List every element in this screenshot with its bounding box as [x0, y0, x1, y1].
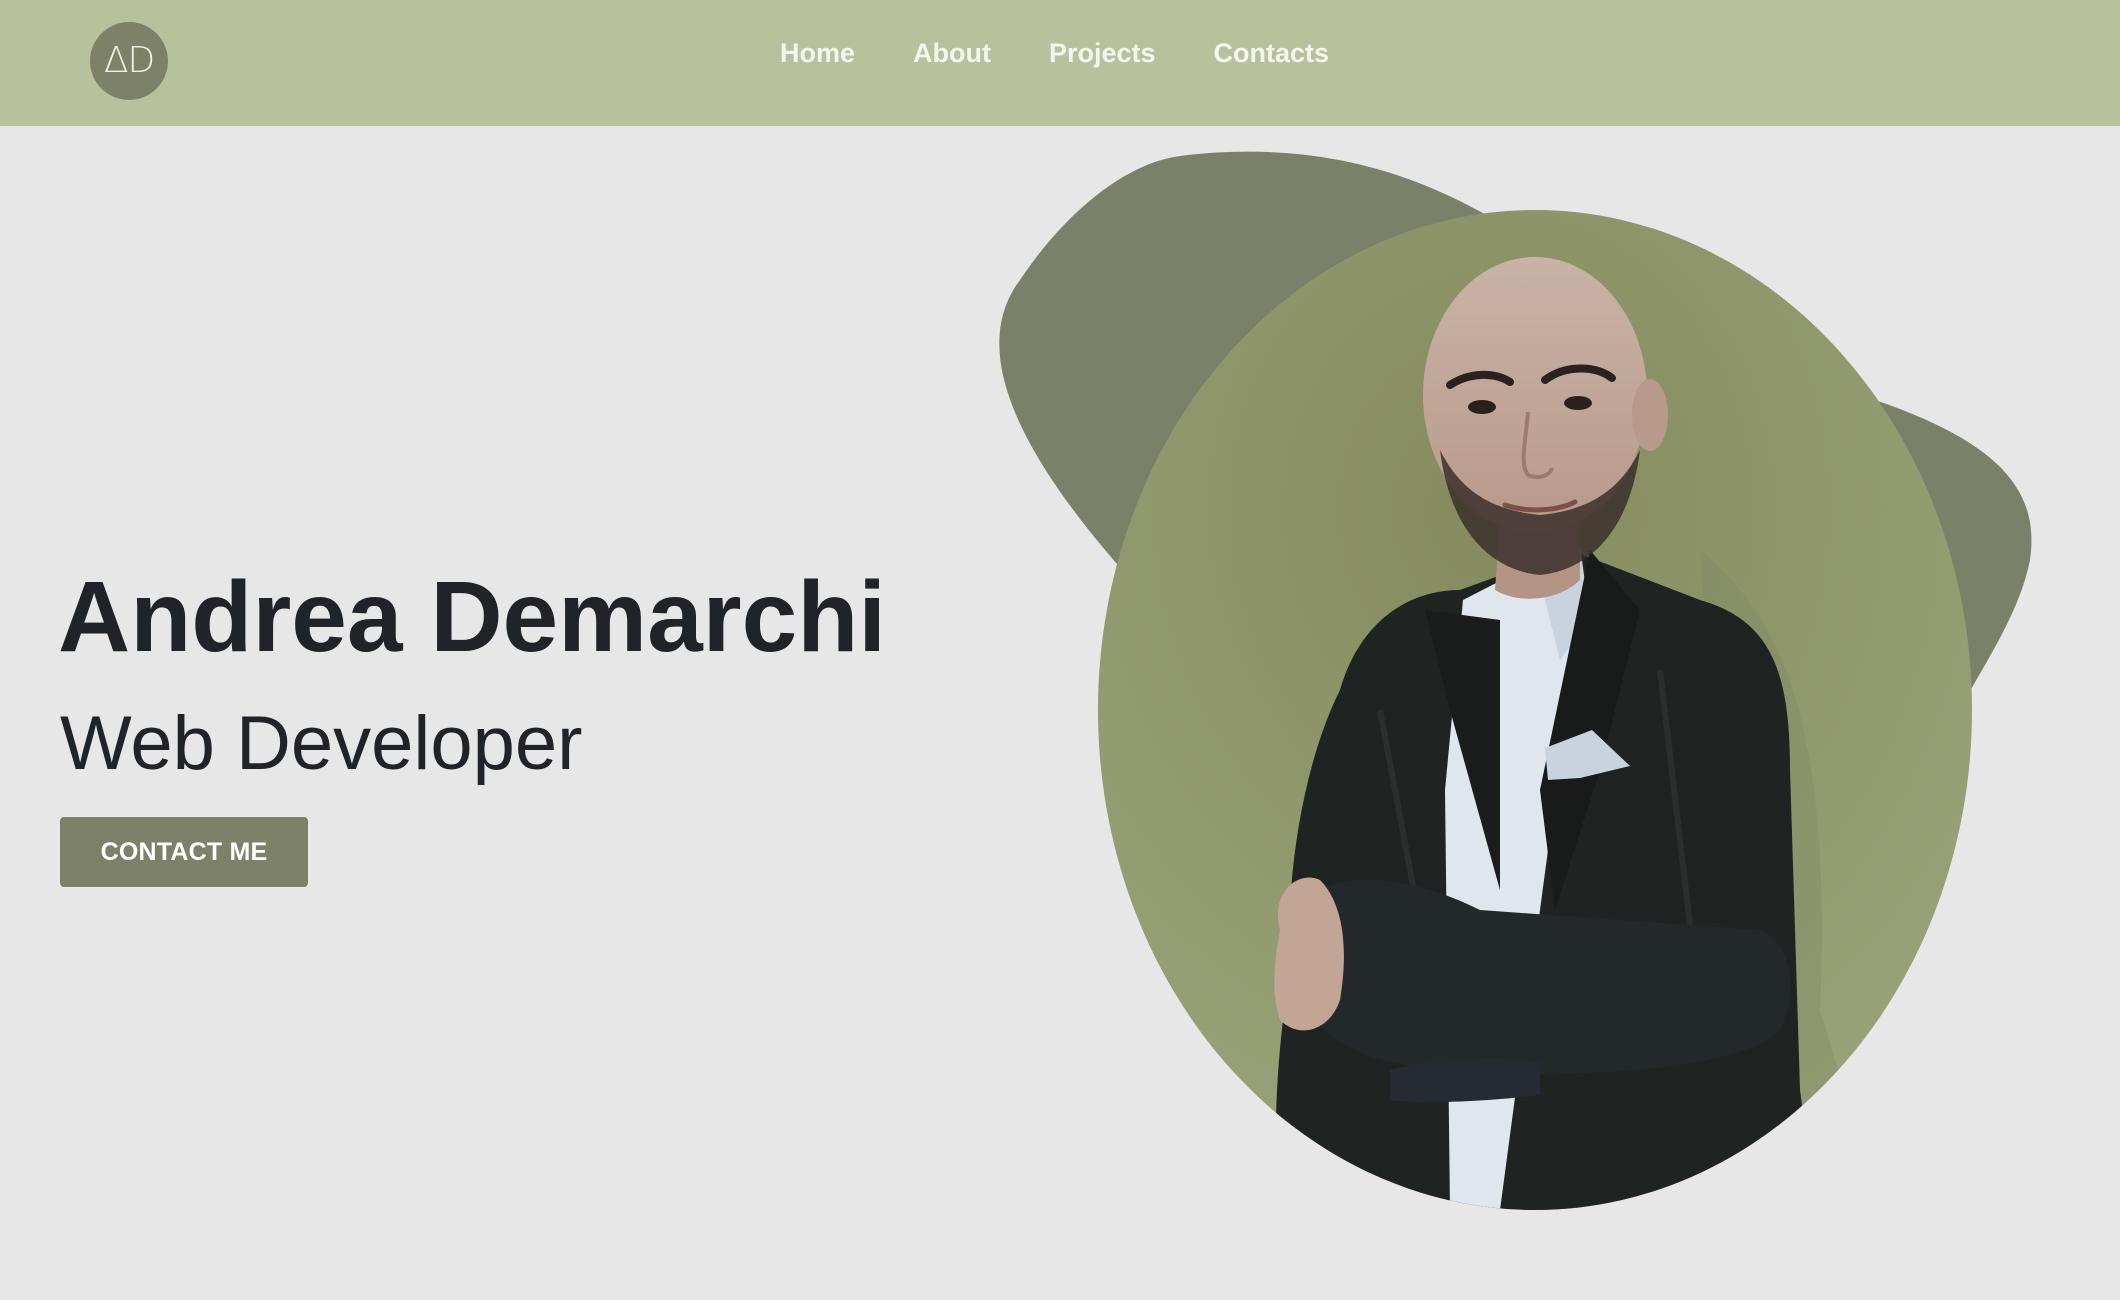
nav-link-contacts[interactable]: Contacts — [1214, 38, 1330, 69]
nav-link-projects[interactable]: Projects — [1049, 38, 1156, 69]
hero-role: Web Developer — [60, 701, 583, 786]
hero-portrait-art — [999, 151, 2032, 1210]
main-nav: Home About Projects Contacts — [780, 38, 1329, 69]
contact-me-button[interactable]: CONTACT ME — [60, 817, 308, 887]
nav-link-about[interactable]: About — [913, 38, 991, 69]
page: ΔD Home About Projects Contacts Andrea D… — [0, 0, 2120, 1300]
hero-name: Andrea Demarchi — [58, 561, 887, 673]
site-header: ΔD Home About Projects Contacts — [0, 0, 2120, 126]
logo-text: ΔD — [103, 40, 155, 81]
nav-link-home[interactable]: Home — [780, 38, 855, 69]
logo[interactable]: ΔD — [90, 22, 168, 100]
